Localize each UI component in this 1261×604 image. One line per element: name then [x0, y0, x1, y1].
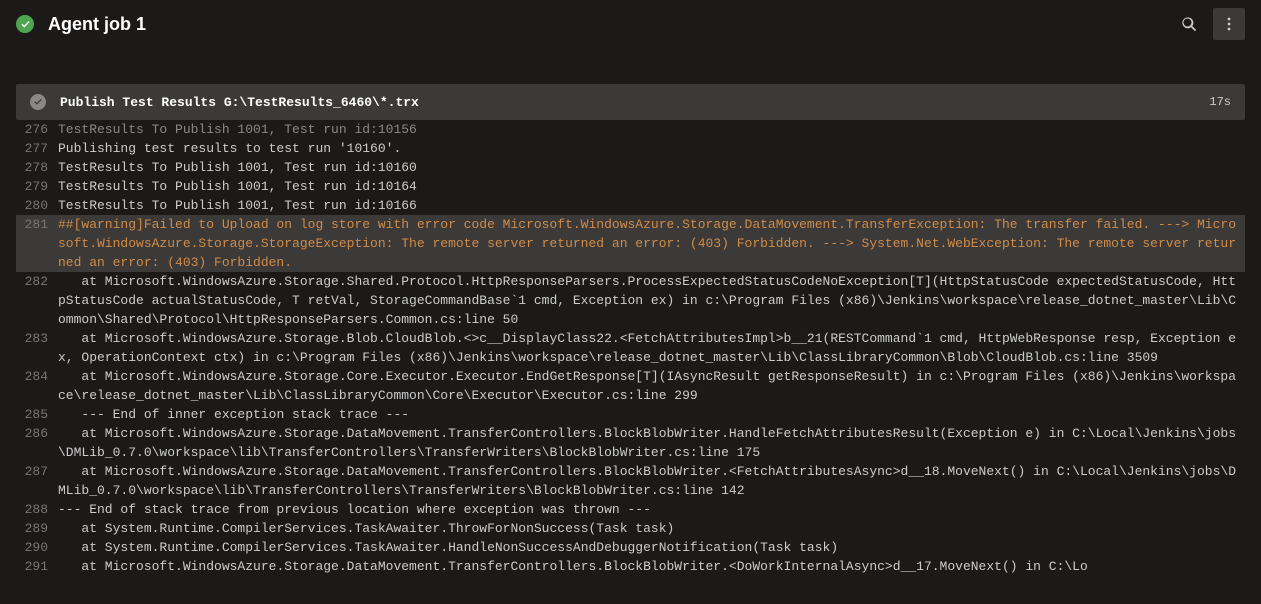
- line-text: at System.Runtime.CompilerServices.TaskA…: [58, 538, 1245, 557]
- task-title: Publish Test Results G:\TestResults_6460…: [60, 95, 1209, 110]
- log-line[interactable]: 285 --- End of inner exception stack tra…: [16, 405, 1245, 424]
- log-line[interactable]: 290 at System.Runtime.CompilerServices.T…: [16, 538, 1245, 557]
- line-text: TestResults To Publish 1001, Test run id…: [58, 196, 1245, 215]
- line-text: Publishing test results to test run '101…: [58, 139, 1245, 158]
- log-line[interactable]: 291 at Microsoft.WindowsAzure.Storage.Da…: [16, 557, 1245, 576]
- line-number: 290: [16, 538, 58, 557]
- line-text: --- End of stack trace from previous loc…: [58, 500, 1245, 519]
- task-duration: 17s: [1209, 95, 1231, 109]
- line-number: 277: [16, 139, 58, 158]
- more-button[interactable]: [1213, 8, 1245, 40]
- line-text: at System.Runtime.CompilerServices.TaskA…: [58, 519, 1245, 538]
- line-text: at Microsoft.WindowsAzure.Storage.Core.E…: [58, 367, 1245, 405]
- line-number: 287: [16, 462, 58, 481]
- line-text: at Microsoft.WindowsAzure.Storage.Blob.C…: [58, 329, 1245, 367]
- search-button[interactable]: [1173, 8, 1205, 40]
- status-success-icon: [16, 15, 34, 33]
- log-line[interactable]: 277Publishing test results to test run '…: [16, 139, 1245, 158]
- line-number: 281: [16, 215, 58, 234]
- log-output[interactable]: 276TestResults To Publish 1001, Test run…: [16, 120, 1245, 576]
- line-text: TestResults To Publish 1001, Test run id…: [58, 120, 1245, 139]
- line-text: TestResults To Publish 1001, Test run id…: [58, 177, 1245, 196]
- line-number: 276: [16, 120, 58, 139]
- line-text: --- End of inner exception stack trace -…: [58, 405, 1245, 424]
- log-line[interactable]: 276TestResults To Publish 1001, Test run…: [16, 120, 1245, 139]
- line-number: 285: [16, 405, 58, 424]
- line-text: at Microsoft.WindowsAzure.Storage.Shared…: [58, 272, 1245, 329]
- line-text: at Microsoft.WindowsAzure.Storage.DataMo…: [58, 424, 1245, 462]
- task-header[interactable]: Publish Test Results G:\TestResults_6460…: [16, 84, 1245, 120]
- job-title: Agent job 1: [48, 14, 1173, 35]
- log-line[interactable]: 278TestResults To Publish 1001, Test run…: [16, 158, 1245, 177]
- log-line[interactable]: 283 at Microsoft.WindowsAzure.Storage.Bl…: [16, 329, 1245, 367]
- line-text: at Microsoft.WindowsAzure.Storage.DataMo…: [58, 462, 1245, 500]
- line-number: 283: [16, 329, 58, 348]
- search-icon: [1181, 16, 1197, 32]
- line-number: 280: [16, 196, 58, 215]
- log-line[interactable]: 281##[warning]Failed to Upload on log st…: [16, 215, 1245, 272]
- task-status-icon: [30, 94, 46, 110]
- line-text: ##[warning]Failed to Upload on log store…: [58, 215, 1245, 272]
- line-number: 291: [16, 557, 58, 576]
- header-actions: [1173, 8, 1245, 40]
- line-number: 288: [16, 500, 58, 519]
- line-number: 284: [16, 367, 58, 386]
- log-line[interactable]: 289 at System.Runtime.CompilerServices.T…: [16, 519, 1245, 538]
- log-line[interactable]: 282 at Microsoft.WindowsAzure.Storage.Sh…: [16, 272, 1245, 329]
- line-number: 279: [16, 177, 58, 196]
- line-text: TestResults To Publish 1001, Test run id…: [58, 158, 1245, 177]
- kebab-icon: [1221, 16, 1237, 32]
- line-number: 282: [16, 272, 58, 291]
- log-line[interactable]: 279TestResults To Publish 1001, Test run…: [16, 177, 1245, 196]
- job-header: Agent job 1: [0, 0, 1261, 48]
- log-line[interactable]: 280TestResults To Publish 1001, Test run…: [16, 196, 1245, 215]
- log-line[interactable]: 284 at Microsoft.WindowsAzure.Storage.Co…: [16, 367, 1245, 405]
- line-number: 286: [16, 424, 58, 443]
- line-text: at Microsoft.WindowsAzure.Storage.DataMo…: [58, 557, 1245, 576]
- log-line[interactable]: 288--- End of stack trace from previous …: [16, 500, 1245, 519]
- log-line[interactable]: 287 at Microsoft.WindowsAzure.Storage.Da…: [16, 462, 1245, 500]
- line-number: 289: [16, 519, 58, 538]
- log-line[interactable]: 286 at Microsoft.WindowsAzure.Storage.Da…: [16, 424, 1245, 462]
- line-number: 278: [16, 158, 58, 177]
